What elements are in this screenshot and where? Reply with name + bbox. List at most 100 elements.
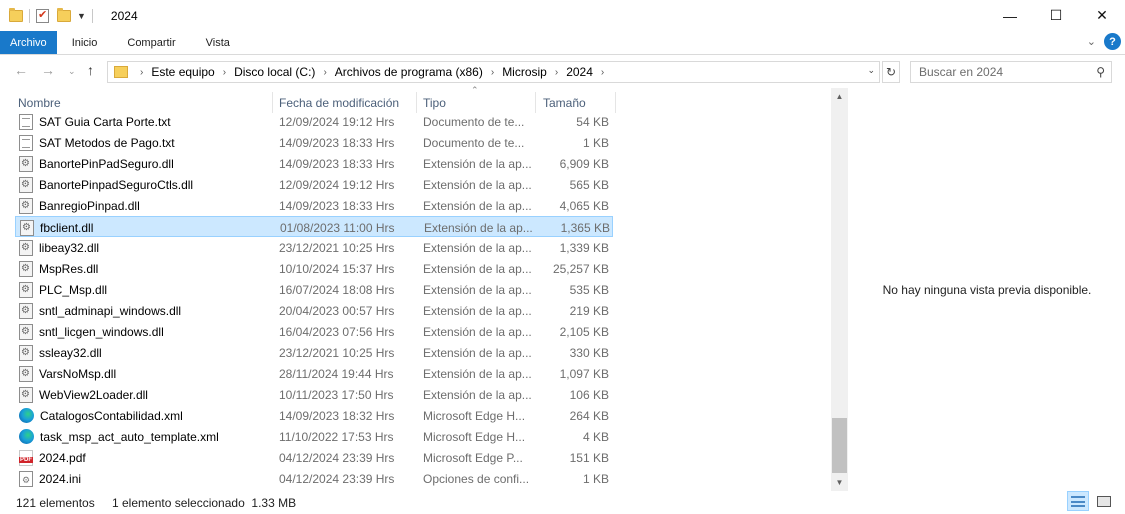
close-button[interactable]: ✕	[1079, 0, 1125, 31]
file-row[interactable]: PLC_Msp.dll 16/07/2024 18:08 Hrs Extensión…	[15, 279, 613, 300]
details-view-button[interactable]	[1067, 491, 1089, 511]
file-type: Extensión de la ap...	[423, 366, 531, 381]
file-size: 264 KB	[569, 408, 609, 423]
file-name-cell: libeay32.dll	[19, 237, 269, 258]
forward-icon[interactable]: →	[41, 62, 55, 78]
file-date: 23/12/2021 10:25 Hrs	[279, 240, 395, 255]
file-row[interactable]: CatalogosContabilidad.xml 14/09/2023 18:3…	[15, 405, 613, 426]
up-icon[interactable]: ↑	[87, 62, 94, 78]
breadcrumb-item[interactable]: Microsip	[502, 65, 547, 79]
folder-icon[interactable]	[9, 7, 23, 22]
file-row[interactable]: 2024.pdf 04/12/2024 23:39 Hrs Microsoft Ed…	[15, 447, 613, 468]
file-date: 23/12/2021 10:25 Hrs	[279, 345, 395, 360]
file-name: sntl_adminapi_windows.dll	[39, 303, 182, 318]
chevron-right-icon[interactable]: ›	[223, 67, 226, 78]
status-bar: 121 elementos 1 elemento seleccionado 1.…	[0, 491, 1125, 514]
column-headers: Nombre Fecha de modificación Tipo Tamaño	[0, 92, 830, 113]
window-controls: — ☐ ✕	[987, 0, 1125, 31]
column-divider[interactable]	[535, 92, 536, 113]
file-row[interactable]: BanregioPinpad.dll 14/09/2023 18:33 Hrs Ex…	[15, 195, 613, 216]
file-row[interactable]: sntl_licgen_windows.dll 16/04/2023 07:56 …	[15, 321, 613, 342]
file-name-cell: sntl_adminapi_windows.dll	[19, 300, 269, 321]
chevron-right-icon[interactable]: ›	[601, 67, 604, 78]
chevron-right-icon[interactable]: ›	[555, 67, 558, 78]
scroll-down-icon[interactable]: ▼	[831, 474, 848, 491]
file-row[interactable]: VarsNoMsp.dll 28/11/2024 19:44 Hrs Extensi…	[15, 363, 613, 384]
details-view-icon	[1071, 495, 1085, 507]
file-type: Microsoft Edge H...	[423, 429, 526, 444]
dll-file-icon	[19, 386, 33, 403]
breadcrumb: › Este equipo › Disco local (C:) › Archi…	[132, 65, 612, 79]
file-type: Extensión de la ap...	[423, 303, 531, 318]
file-row[interactable]: SAT Guia Carta Porte.txt 12/09/2024 19:12…	[15, 111, 613, 132]
vertical-scrollbar[interactable]: ▲ ▼	[831, 88, 848, 491]
file-row[interactable]: MspRes.dll 10/10/2024 15:37 Hrs Extensión …	[15, 258, 613, 279]
column-header-type[interactable]: Tipo	[419, 92, 534, 113]
search-input[interactable]: Buscar en 2024 ⚲	[910, 61, 1112, 83]
file-type: Extensión de la ap...	[423, 261, 531, 276]
file-name: WebView2Loader.dll	[39, 387, 148, 402]
dll-file-icon	[19, 302, 33, 319]
file-name-cell: VarsNoMsp.dll	[19, 363, 269, 384]
file-row[interactable]: sntl_adminapi_windows.dll 20/04/2023 00:5…	[15, 300, 613, 321]
tab-inicio[interactable]: Inicio	[57, 31, 113, 54]
expand-ribbon-icon[interactable]: ⌄	[1087, 35, 1096, 48]
large-icons-view-button[interactable]	[1093, 491, 1115, 511]
breadcrumb-item[interactable]: Este equipo	[151, 65, 214, 79]
file-name-cell: SAT Metodos de Pago.txt	[19, 132, 269, 153]
file-size: 565 KB	[569, 177, 609, 192]
back-icon[interactable]: ←	[14, 62, 28, 78]
breadcrumb-item[interactable]: 2024	[566, 65, 593, 79]
breadcrumb-item[interactable]: Disco local (C:)	[234, 65, 315, 79]
customize-toolbar-icon[interactable]: ▼	[77, 11, 86, 21]
folder-icon	[114, 66, 128, 78]
column-divider[interactable]	[272, 92, 273, 113]
column-header-size[interactable]: Tamaño	[539, 92, 615, 113]
title-bar: ▼ 2024 — ☐ ✕	[0, 0, 1125, 31]
column-divider[interactable]	[615, 92, 616, 113]
scrollbar-thumb[interactable]	[832, 418, 847, 473]
preview-message: No hay ninguna vista previa disponible.	[882, 283, 1092, 297]
scroll-up-icon[interactable]: ▲	[831, 88, 848, 105]
column-divider[interactable]	[416, 92, 417, 113]
large-icons-view-icon	[1097, 495, 1111, 507]
tab-compartir[interactable]: Compartir	[112, 31, 190, 54]
column-header-date[interactable]: Fecha de modificación	[275, 92, 417, 113]
minimize-button[interactable]: —	[987, 0, 1033, 31]
refresh-icon[interactable]: ↻	[882, 61, 900, 83]
properties-icon[interactable]	[36, 8, 49, 23]
file-name: SAT Guia Carta Porte.txt	[39, 114, 171, 129]
file-row[interactable]: fbclient.dll 01/08/2023 11:00 Hrs Extensió…	[15, 216, 613, 237]
file-row[interactable]: libeay32.dll 23/12/2021 10:25 Hrs Extensió…	[15, 237, 613, 258]
chevron-right-icon[interactable]: ›	[491, 67, 494, 78]
new-folder-icon[interactable]	[57, 7, 71, 22]
file-row[interactable]: 2024.ini 04/12/2024 23:39 Hrs Opciones de …	[15, 468, 613, 489]
file-row[interactable]: ssleay32.dll 23/12/2021 10:25 Hrs Extensió…	[15, 342, 613, 363]
help-icon[interactable]: ?	[1104, 33, 1121, 50]
file-row[interactable]: BanortePinPadSeguro.dll 14/09/2023 18:33 …	[15, 153, 613, 174]
file-date: 14/09/2023 18:32 Hrs	[279, 408, 395, 423]
dll-file-icon	[19, 260, 33, 277]
file-size: 54 KB	[576, 114, 609, 129]
file-type: Extensión de la ap...	[423, 387, 531, 402]
maximize-button[interactable]: ☐	[1033, 0, 1079, 31]
file-row[interactable]: WebView2Loader.dll 10/11/2023 17:50 Hrs Ex…	[15, 384, 613, 405]
address-dropdown-icon[interactable]: ⌄	[867, 65, 875, 76]
tab-vista[interactable]: Vista	[191, 31, 245, 54]
file-row[interactable]: SAT Metodos de Pago.txt 14/09/2023 18:33 …	[15, 132, 613, 153]
file-type: Opciones de confi...	[423, 471, 530, 486]
file-type: Extensión de la ap...	[423, 345, 531, 360]
tab-archivo[interactable]: Archivo	[0, 31, 57, 54]
file-name-cell: 2024.ini	[19, 468, 269, 489]
file-row[interactable]: task_msp_act_auto_template.xml 11/10/2022…	[15, 426, 613, 447]
text-file-icon	[19, 113, 33, 130]
file-row[interactable]: BanortePinpadSeguroCtls.dll 12/09/2024 19…	[15, 174, 613, 195]
address-bar[interactable]: › Este equipo › Disco local (C:) › Archi…	[107, 61, 880, 83]
column-header-name[interactable]: Nombre	[14, 92, 272, 113]
file-name-cell: task_msp_act_auto_template.xml	[19, 426, 269, 447]
breadcrumb-item[interactable]: Archivos de programa (x86)	[335, 65, 483, 79]
chevron-right-icon[interactable]: ›	[323, 67, 326, 78]
file-name: CatalogosContabilidad.xml	[40, 408, 183, 423]
file-date: 16/04/2023 07:56 Hrs	[279, 324, 395, 339]
recent-locations-icon[interactable]: ⌄	[68, 66, 76, 77]
